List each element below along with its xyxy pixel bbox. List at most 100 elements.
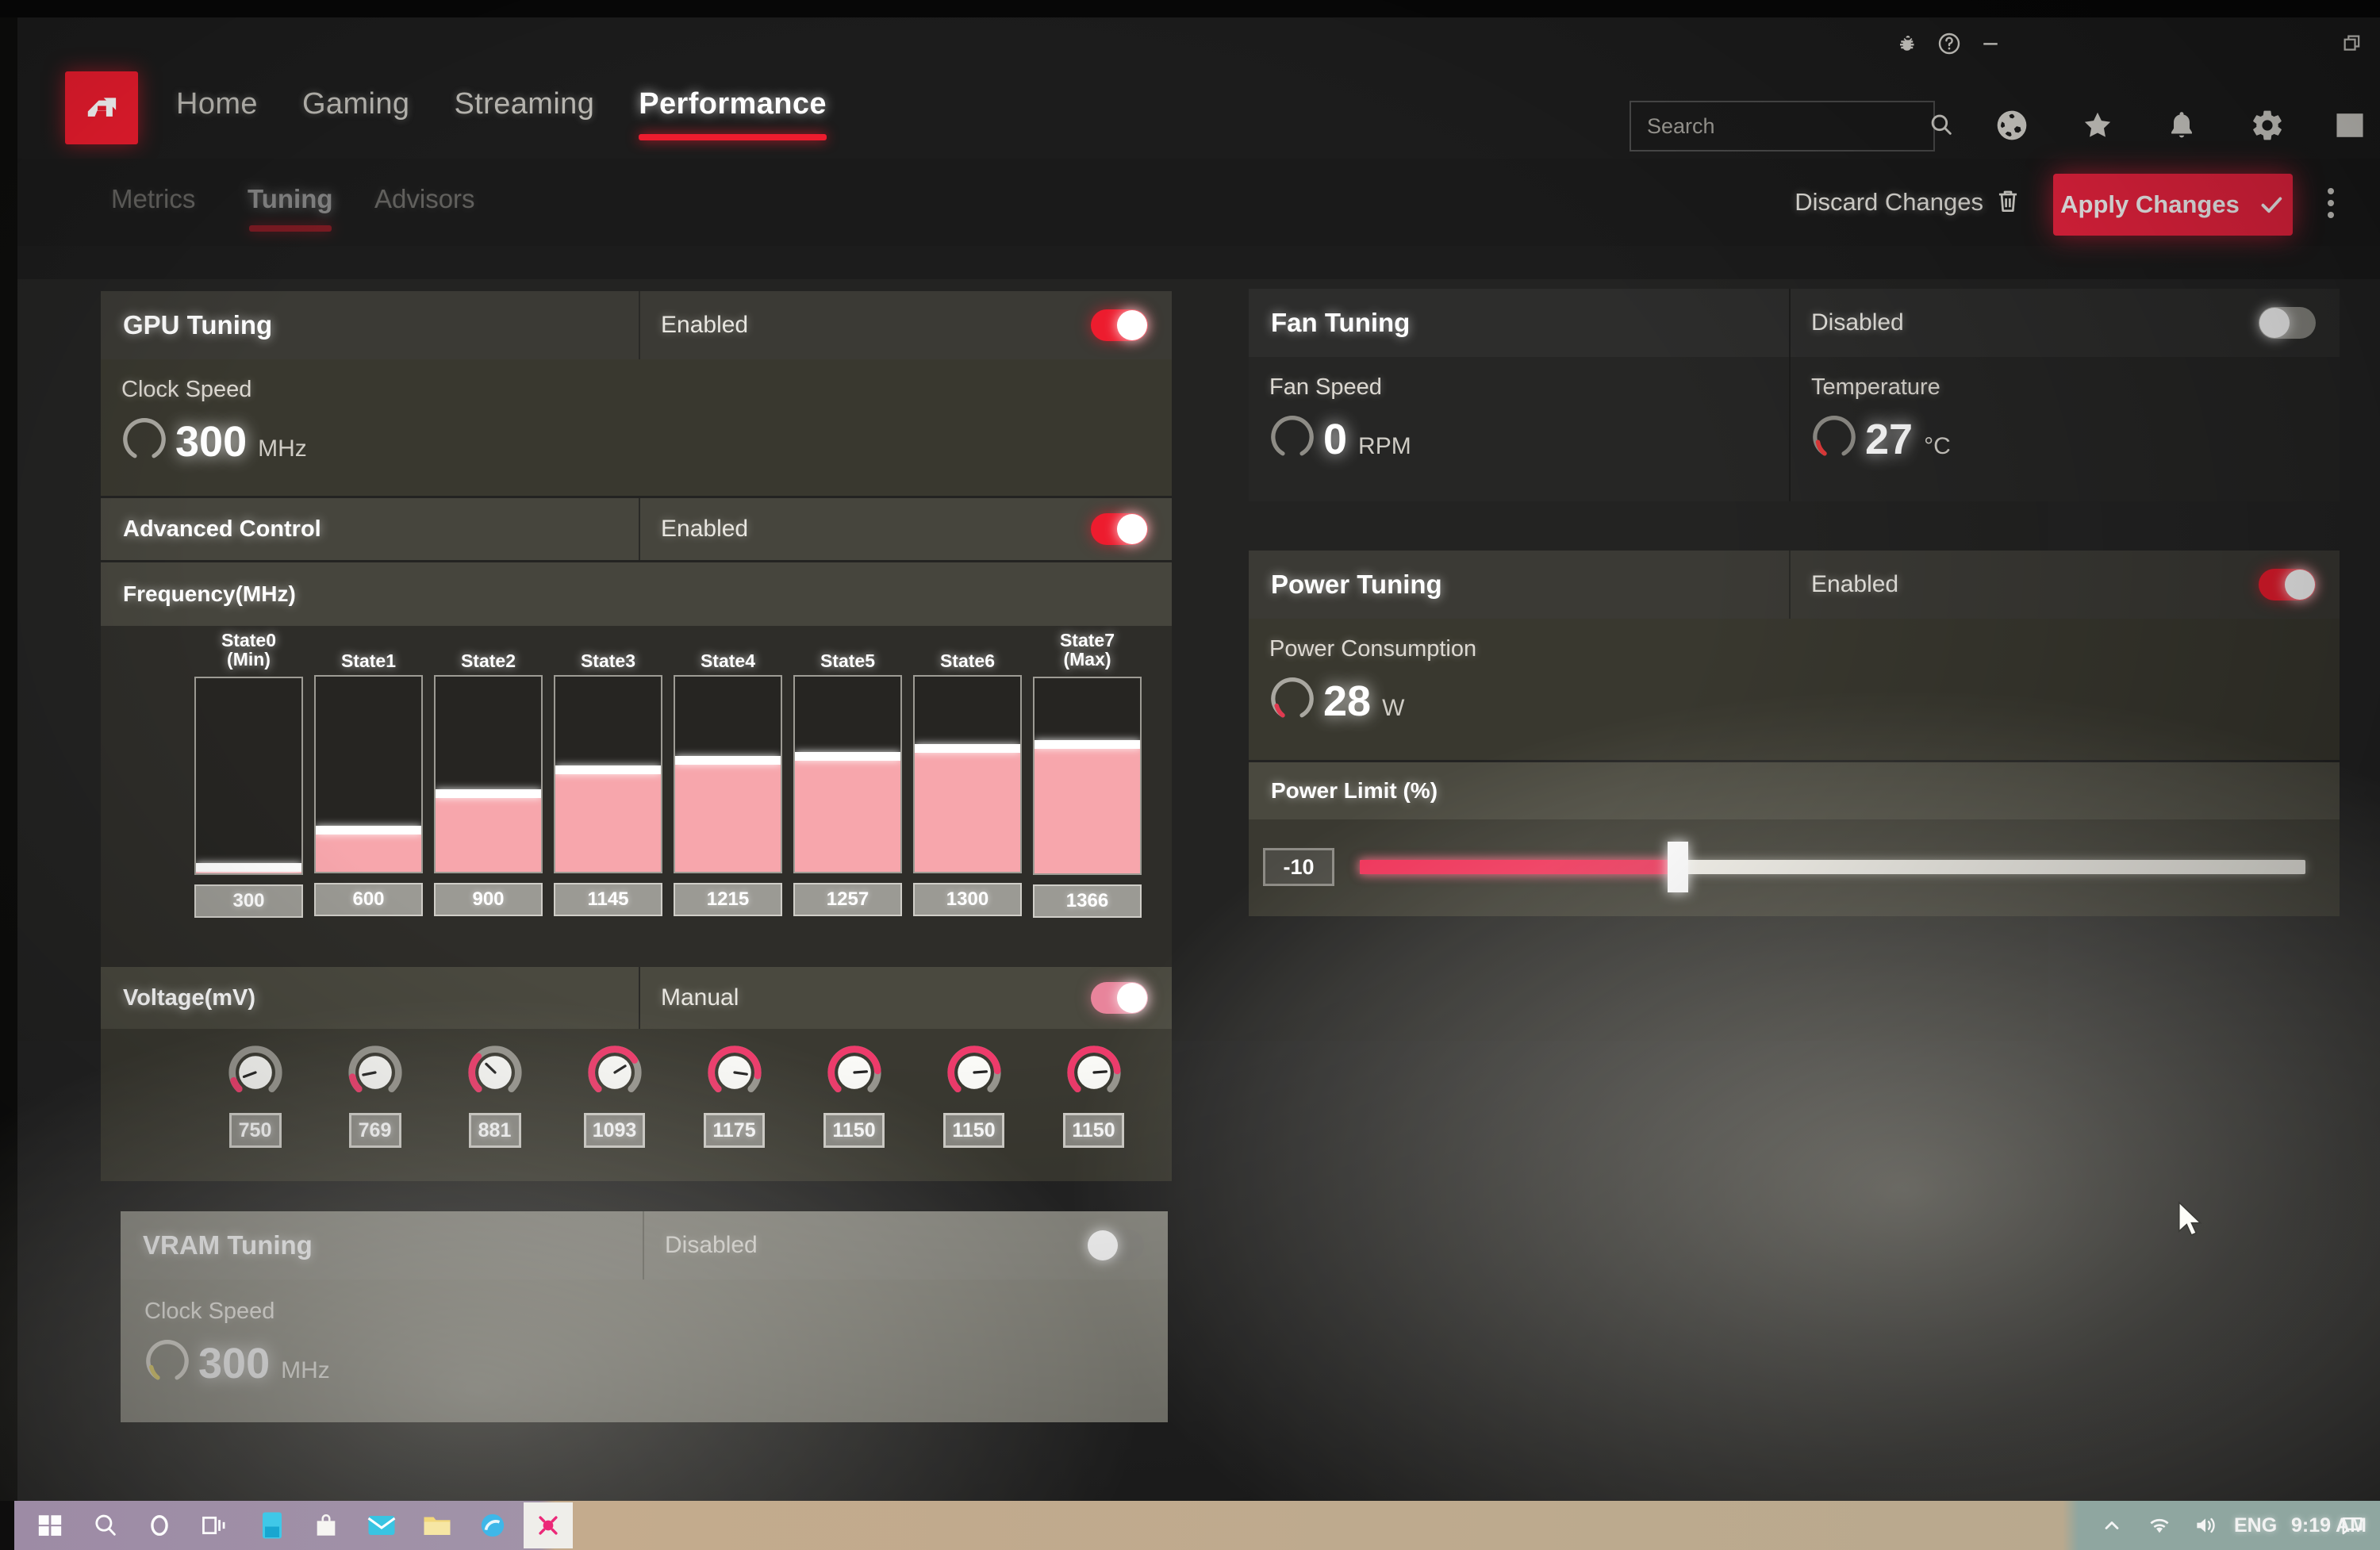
task-view-icon[interactable]: [197, 1507, 233, 1544]
frequency-state-column[interactable]: State4 1215: [674, 631, 782, 917]
frequency-state-value[interactable]: 900: [434, 883, 543, 917]
frequency-state-handle[interactable]: [436, 788, 541, 798]
voltage-section-header: Voltage(mV) Manual: [101, 967, 1172, 1029]
voltage-value[interactable]: 1093: [583, 1113, 646, 1148]
nav-streaming[interactable]: Streaming: [454, 87, 594, 129]
bag-icon[interactable]: [308, 1507, 344, 1544]
frequency-state-column[interactable]: State0 (Min) 300: [194, 630, 303, 919]
frequency-state-handle[interactable]: [675, 755, 781, 765]
voltage-value[interactable]: 881: [468, 1113, 521, 1148]
frequency-state-handle[interactable]: [915, 744, 1020, 754]
frequency-state-value[interactable]: 1145: [554, 883, 662, 917]
frequency-state-value[interactable]: 1257: [793, 883, 902, 917]
fan-tuning-toggle[interactable]: [2259, 307, 2316, 339]
frequency-state-slider[interactable]: [314, 675, 423, 874]
frequency-state-title: State0 (Min): [221, 630, 277, 670]
language-indicator[interactable]: ENG: [2234, 1501, 2277, 1550]
voltage-state-column[interactable]: 1150: [1039, 1043, 1148, 1148]
frequency-state-value[interactable]: 1366: [1033, 884, 1142, 919]
frequency-state-column[interactable]: State6 1300: [913, 631, 1022, 917]
voltage-state-column[interactable]: 1175: [680, 1043, 789, 1148]
voltage-value[interactable]: 1175: [704, 1113, 765, 1148]
gpu-tuning-toggle[interactable]: [1091, 309, 1148, 341]
discard-changes-button[interactable]: Discard Changes: [1795, 188, 1983, 217]
tray-overflow-icon[interactable]: [2101, 1501, 2123, 1550]
frequency-state-slider[interactable]: [434, 675, 543, 874]
voltage-state-column[interactable]: 1150: [800, 1043, 908, 1148]
fan-tuning-state: Disabled: [1811, 309, 1904, 336]
power-tuning-toggle[interactable]: [2259, 569, 2316, 600]
voltage-knob[interactable]: [705, 1043, 764, 1102]
voltage-knob[interactable]: [945, 1043, 1004, 1102]
advanced-control-toggle[interactable]: [1091, 513, 1148, 545]
voltage-knob[interactable]: [466, 1043, 524, 1102]
frequency-state-fill: [1035, 744, 1140, 874]
volume-icon[interactable]: [2193, 1501, 2218, 1550]
voltage-knob[interactable]: [585, 1043, 644, 1102]
minimize-icon[interactable]: [1972, 25, 2009, 62]
frequency-state-handle[interactable]: [555, 765, 661, 775]
voltage-state-column[interactable]: 1093: [560, 1043, 669, 1148]
frequency-state-column[interactable]: State3 1145: [554, 631, 662, 917]
frequency-state-value[interactable]: 600: [314, 883, 423, 917]
frequency-state-slider[interactable]: [1033, 677, 1142, 876]
trash-icon[interactable]: [1993, 186, 2023, 220]
store-icon[interactable]: [254, 1507, 290, 1544]
voltage-value[interactable]: 769: [348, 1113, 401, 1148]
frequency-state-handle[interactable]: [316, 826, 421, 835]
help-icon[interactable]: [1931, 25, 1967, 62]
power-limit-thumb[interactable]: [1668, 842, 1688, 892]
voltage-knob[interactable]: [1065, 1043, 1123, 1102]
voltage-value[interactable]: 1150: [823, 1113, 885, 1148]
frequency-state-slider[interactable]: [913, 675, 1022, 874]
voltage-knob[interactable]: [226, 1043, 285, 1102]
voltage-state-column[interactable]: 750: [201, 1043, 309, 1148]
nav-home[interactable]: Home: [176, 87, 258, 129]
voltage-knob[interactable]: [346, 1043, 405, 1102]
voltage-knob[interactable]: [825, 1043, 884, 1102]
frequency-state-value[interactable]: 1215: [674, 883, 782, 917]
voltage-knobs-area: 750 769 881 1093 1175 1150 1150 1150: [101, 1029, 1172, 1181]
frequency-state-value[interactable]: 300: [194, 884, 303, 919]
gauge-arc-icon: [1271, 416, 1314, 456]
file-explorer-icon[interactable]: [419, 1507, 455, 1544]
amd-logo-icon[interactable]: [65, 71, 138, 144]
browser-icon[interactable]: [474, 1507, 511, 1544]
voltage-state-column[interactable]: 881: [440, 1043, 549, 1148]
wifi-icon[interactable]: [2147, 1501, 2172, 1550]
frequency-state-slider[interactable]: [194, 677, 303, 876]
nav-gaming[interactable]: Gaming: [302, 87, 409, 129]
cortana-icon[interactable]: [141, 1507, 178, 1544]
frequency-state-handle[interactable]: [1035, 739, 1140, 749]
voltage-state-column[interactable]: 1150: [919, 1043, 1028, 1148]
voltage-manual-toggle[interactable]: [1091, 982, 1148, 1014]
start-icon[interactable]: [32, 1507, 68, 1544]
search-icon[interactable]: [87, 1507, 124, 1544]
frequency-state-slider[interactable]: [793, 675, 902, 874]
bug-icon[interactable]: [1890, 25, 1926, 62]
voltage-value[interactable]: 1150: [1063, 1113, 1124, 1148]
frequency-state-column[interactable]: State5 1257: [793, 631, 902, 917]
mail-icon[interactable]: [363, 1507, 400, 1544]
frequency-state-value[interactable]: 1300: [913, 883, 1022, 917]
frequency-state-slider[interactable]: [674, 675, 782, 874]
restore-icon[interactable]: [2334, 25, 2370, 62]
frequency-state-column[interactable]: State7 (Max) 1366: [1033, 631, 1142, 919]
frequency-state-column[interactable]: State1 600: [314, 631, 423, 917]
notification-icon[interactable]: [2340, 1501, 2364, 1550]
voltage-value[interactable]: 1150: [943, 1113, 1004, 1148]
frequency-state-column[interactable]: State2 900: [434, 631, 543, 917]
frequency-state-handle[interactable]: [795, 752, 900, 762]
temperature-unit: °C: [1924, 433, 1951, 459]
voltage-state-column[interactable]: 769: [321, 1043, 429, 1148]
apply-changes-button[interactable]: Apply Changes: [2053, 174, 2293, 236]
vram-tuning-toggle[interactable]: [1087, 1230, 1144, 1261]
voltage-value[interactable]: 750: [228, 1113, 282, 1148]
frequency-state-slider[interactable]: [554, 675, 662, 874]
nav-performance[interactable]: Performance: [639, 87, 827, 140]
power-limit-value-badge[interactable]: -10: [1263, 848, 1334, 886]
frequency-section-header: Frequency(MHz): [101, 562, 1172, 626]
amd-software-icon[interactable]: [524, 1502, 573, 1548]
frequency-state-handle[interactable]: [196, 862, 301, 872]
more-options-button[interactable]: [2320, 180, 2342, 226]
